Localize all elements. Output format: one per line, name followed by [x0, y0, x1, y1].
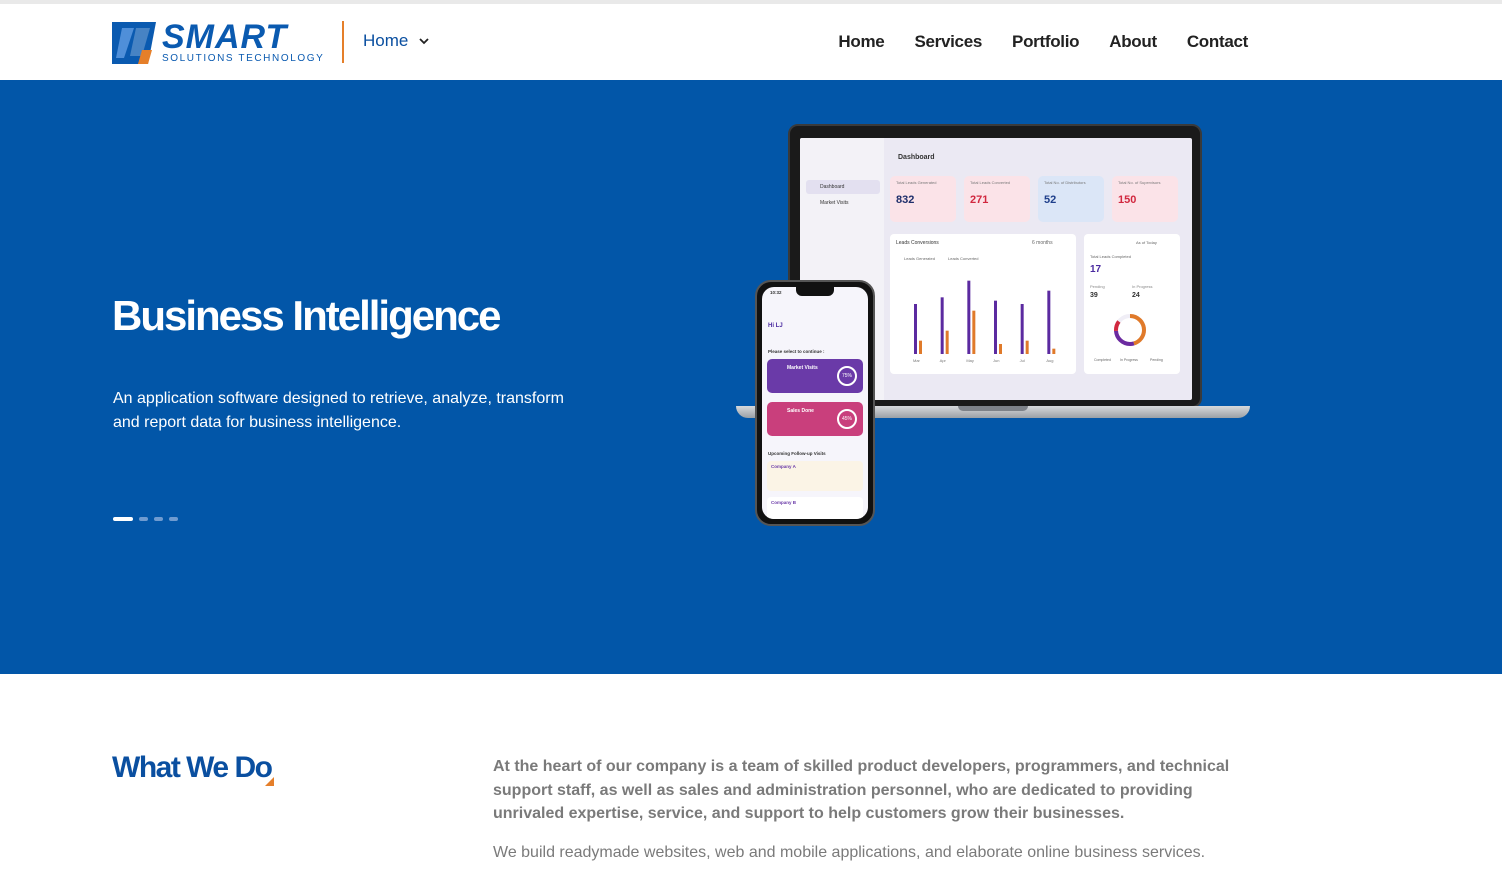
slider-pagination [113, 517, 178, 521]
bar-generated [914, 304, 917, 354]
site-header: SMART SOLUTIONS TECHNOLOGY Home Home Ser… [0, 4, 1502, 80]
phone-card-percent: 75% [837, 366, 857, 386]
phone-card-market-visits: Market Visits 75% [767, 359, 863, 393]
mock-status-legend-completed: Completed [1094, 358, 1111, 362]
home-dropdown-label: Home [363, 31, 409, 50]
brand-tagline: SOLUTIONS TECHNOLOGY [162, 53, 325, 64]
phone-mockup: 10:32 Hi LJ Please select to continue : … [755, 280, 875, 526]
mock-sidebar-item: Dashboard [806, 180, 880, 194]
mock-leads-title: Leads Conversions [896, 240, 939, 246]
bar-generated [994, 300, 997, 354]
nav-home[interactable]: Home [838, 32, 884, 52]
mock-visits-title: Total Leads Completed [1090, 254, 1131, 259]
nav-services[interactable]: Services [914, 32, 982, 52]
mock-pending-value: 39 [1090, 292, 1098, 299]
mock-status-legend-pending: Pending [1150, 358, 1163, 362]
mock-status-legend-inprogress: In Progress [1120, 358, 1138, 362]
mock-kpi-card: Total Leads Generated 832 [890, 176, 956, 222]
phone-company-a: Company A [771, 464, 796, 469]
logo-mark-icon [112, 22, 156, 64]
phone-card-title: Market Visits [787, 365, 818, 371]
bar-converted [1052, 348, 1056, 354]
mock-pending-label: Pending [1090, 284, 1105, 289]
hero-description: An application software designed to retr… [113, 390, 564, 431]
nav-contact[interactable]: Contact [1187, 32, 1248, 52]
nav-about[interactable]: About [1109, 32, 1157, 52]
phone-followup-b: Company B [767, 497, 863, 519]
mock-kpi-card: Total No. of Distributors 52 [1038, 176, 1104, 222]
phone-company-b: Company B [771, 500, 797, 505]
bar-converted [1025, 340, 1029, 354]
phone-notch [796, 287, 834, 296]
phone-followup-a: Company A [767, 461, 863, 491]
bar-generated [940, 297, 944, 354]
bar-converted [919, 340, 922, 354]
phone-followup-title: Upcoming Follow-up Visits [768, 451, 826, 456]
brand-logo[interactable]: SMART SOLUTIONS TECHNOLOGY [112, 18, 323, 68]
title-accent [265, 777, 274, 786]
what-we-do-lead: At the heart of our company is a team of… [493, 758, 1230, 822]
mock-inprogress-label: In Progress [1132, 284, 1153, 289]
mock-kpi-label: Total Leads Converted [970, 180, 1011, 185]
mock-legend-converted: Leads Converted [948, 256, 979, 261]
bar-month-label: Apr [940, 358, 947, 363]
laptop-notch [958, 406, 1028, 411]
what-we-do-body: We build readymade websites, web and mob… [493, 844, 1206, 861]
mock-kpi-label: Total No. of Supervisors [1118, 180, 1161, 185]
mock-kpi-label: Total No. of Distributors [1044, 180, 1086, 185]
phone-greeting: Hi LJ [768, 323, 783, 329]
slider-dot-2[interactable] [139, 517, 148, 521]
mock-kpi-value: 150 [1118, 194, 1137, 206]
mock-kpi-value: 271 [970, 194, 989, 206]
mock-visits-value: 17 [1090, 264, 1102, 275]
bar-converted [945, 330, 949, 354]
brand-name: SMART [162, 18, 288, 56]
bar-month-label: Jun [993, 358, 999, 363]
bar-generated [1020, 304, 1024, 354]
bar-month-label: May [966, 358, 974, 363]
mock-donut-chart [1114, 314, 1146, 346]
phone-prompt: Please select to continue : [768, 349, 825, 354]
hero-title: Business Intelligence [112, 292, 501, 339]
mock-kpi-card: Total No. of Supervisors 150 [1112, 176, 1178, 222]
phone-card-title: Sales Done [787, 408, 814, 414]
mock-today-card: As of Today Total Leads Completed 17 Pen… [1084, 234, 1180, 374]
bar-month-label: Jul [1020, 358, 1025, 363]
main-nav: Home Services Portfolio About Contact [838, 32, 1248, 52]
slider-dot-3[interactable] [154, 517, 163, 521]
mock-leads-card: Leads Conversions 6 months Leads Generat… [890, 234, 1076, 374]
chevron-down-icon [419, 38, 429, 45]
bar-converted [999, 344, 1002, 354]
mock-kpi-value: 52 [1044, 194, 1057, 206]
header-divider [342, 21, 344, 63]
mock-kpi-card: Total Leads Converted 271 [964, 176, 1030, 222]
phone-screen: 10:32 Hi LJ Please select to continue : … [762, 287, 868, 519]
bar-converted [972, 310, 976, 354]
mock-kpi-value: 832 [896, 194, 915, 206]
nav-portfolio[interactable]: Portfolio [1012, 32, 1079, 52]
phone-time: 10:32 [770, 290, 782, 295]
mock-leads-filter: 6 months [1032, 240, 1053, 246]
mock-today-title: As of Today [1136, 240, 1157, 245]
bar-month-label: Mar [913, 358, 921, 363]
mock-dashboard-title: Dashboard [898, 154, 935, 161]
mock-inprogress-value: 24 [1132, 292, 1140, 299]
phone-card-sales-done: Sales Done 45% [767, 402, 863, 436]
mock-sidebar-item: Market Visits [820, 200, 849, 206]
mock-kpi-label: Total Leads Generated [896, 180, 937, 185]
mock-bar-chart: Mar Apr May Jun Jul Aug [913, 280, 1056, 363]
slider-dot-4[interactable] [169, 517, 178, 521]
mock-legend-generated: Leads Generated [904, 256, 935, 261]
bar-generated [1047, 290, 1051, 354]
bar-generated [967, 280, 971, 354]
bar-month-label: Aug [1046, 358, 1053, 363]
home-dropdown[interactable]: Home [363, 31, 430, 51]
what-we-do-title: What We Do [112, 751, 273, 784]
phone-card-percent: 45% [837, 409, 857, 429]
slider-dot-1[interactable] [113, 517, 133, 521]
